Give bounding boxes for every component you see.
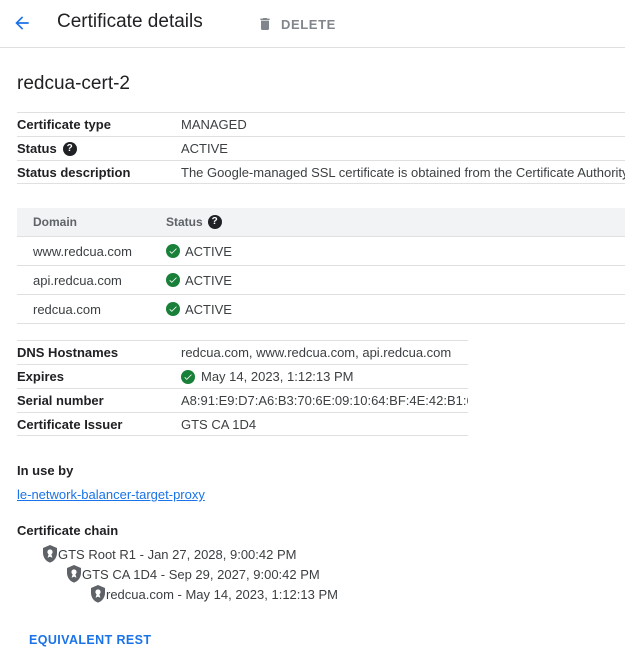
arrow-back-icon — [15, 16, 29, 30]
certificate-name: redcua-cert-2 — [17, 73, 130, 94]
domain-cell: www.redcua.com — [33, 243, 132, 259]
detail-key: Status description — [17, 164, 131, 180]
certificate-info-table: DNS Hostnames redcua.com, www.redcua.com… — [17, 340, 468, 436]
domain-table-header: Domain Status ? — [17, 208, 625, 237]
domain-table: Domain Status ? www.redcua.com ACTIVE ap… — [17, 208, 625, 324]
help-icon[interactable]: ? — [62, 141, 77, 156]
detail-key: Status ? — [17, 141, 181, 156]
detail-value: The Google-managed SSL certificate is ob… — [181, 164, 625, 180]
status-text: ACTIVE — [185, 272, 232, 288]
column-header-domain: Domain — [33, 215, 78, 229]
check-circle-icon — [166, 244, 180, 258]
domain-cell: redcua.com — [33, 301, 101, 317]
info-key: DNS Hostnames — [17, 345, 119, 360]
in-use-label: In use by — [17, 463, 74, 478]
page-header: Certificate details DELETE — [0, 0, 625, 48]
info-value: A8:91:E9:D7:A6:B3:70:6E:09:10:64:BF:4E:4… — [181, 393, 468, 408]
column-header-status: Status ? — [166, 215, 222, 229]
column-header-status-label: Status — [166, 215, 203, 229]
delete-button[interactable]: DELETE — [257, 13, 336, 35]
chain-item-intermediate: GTS CA 1D4 - Sep 29, 2027, 9:00:42 PM — [66, 565, 320, 583]
page-title: Certificate details — [57, 11, 203, 32]
detail-row-status: Status ? ACTIVE — [17, 136, 625, 160]
detail-key-label: Status — [17, 141, 57, 156]
delete-label: DELETE — [281, 16, 336, 32]
status-text: ACTIVE — [185, 301, 232, 317]
chain-item-root: GTS Root R1 - Jan 27, 2028, 9:00:42 PM — [42, 545, 296, 563]
table-row: www.redcua.com ACTIVE — [17, 237, 625, 266]
check-circle-icon — [166, 302, 180, 316]
certificate-details-table: Certificate type MANAGED Status ? ACTIVE… — [17, 112, 625, 184]
info-value: May 14, 2023, 1:12:13 PM — [181, 369, 353, 384]
detail-value: MANAGED — [181, 117, 247, 132]
table-row: redcua.com ACTIVE — [17, 295, 625, 324]
chain-item-text: redcua.com - May 14, 2023, 1:12:13 PM — [106, 586, 338, 602]
target-proxy-link[interactable]: le-network-balancer-target-proxy — [17, 487, 205, 502]
back-button[interactable] — [8, 9, 36, 37]
check-circle-icon — [166, 273, 180, 287]
certificate-shield-icon — [90, 585, 106, 603]
status-cell: ACTIVE — [166, 244, 232, 259]
trash-icon — [260, 18, 270, 30]
certificate-shield-icon — [66, 565, 82, 583]
chain-item-text: GTS Root R1 - Jan 27, 2028, 9:00:42 PM — [58, 546, 297, 562]
status-cell: ACTIVE — [166, 273, 232, 288]
detail-value: ACTIVE — [181, 141, 228, 156]
detail-row-description: Status description The Google-managed SS… — [17, 160, 625, 184]
info-value: GTS CA 1D4 — [181, 416, 257, 432]
certificate-shield-icon — [42, 545, 58, 563]
info-row-serial: Serial number A8:91:E9:D7:A6:B3:70:6E:09… — [17, 388, 468, 412]
info-key: Expires — [17, 369, 64, 384]
info-value: redcua.com, www.redcua.com, api.redcua.c… — [181, 345, 452, 360]
info-key: Serial number — [17, 393, 104, 408]
help-icon[interactable]: ? — [207, 215, 222, 229]
table-row: api.redcua.com ACTIVE — [17, 266, 625, 295]
status-cell: ACTIVE — [166, 302, 232, 317]
info-key: Certificate Issuer — [17, 416, 123, 432]
expires-text: May 14, 2023, 1:12:13 PM — [201, 369, 354, 384]
check-circle-icon — [181, 369, 195, 384]
info-row-expires: Expires May 14, 2023, 1:12:13 PM — [17, 364, 468, 388]
info-row-issuer: Certificate Issuer GTS CA 1D4 — [17, 412, 468, 436]
equivalent-rest-button[interactable]: EQUIVALENT REST — [29, 633, 151, 647]
domain-cell: api.redcua.com — [33, 272, 122, 288]
info-row-dns: DNS Hostnames redcua.com, www.redcua.com… — [17, 340, 468, 364]
status-text: ACTIVE — [185, 243, 232, 259]
chain-item-leaf: redcua.com - May 14, 2023, 1:12:13 PM — [90, 585, 338, 603]
certificate-chain-label: Certificate chain — [17, 523, 119, 538]
chain-item-text: GTS CA 1D4 - Sep 29, 2027, 9:00:42 PM — [82, 566, 320, 582]
detail-key: Certificate type — [17, 117, 111, 132]
detail-row-type: Certificate type MANAGED — [17, 112, 625, 136]
